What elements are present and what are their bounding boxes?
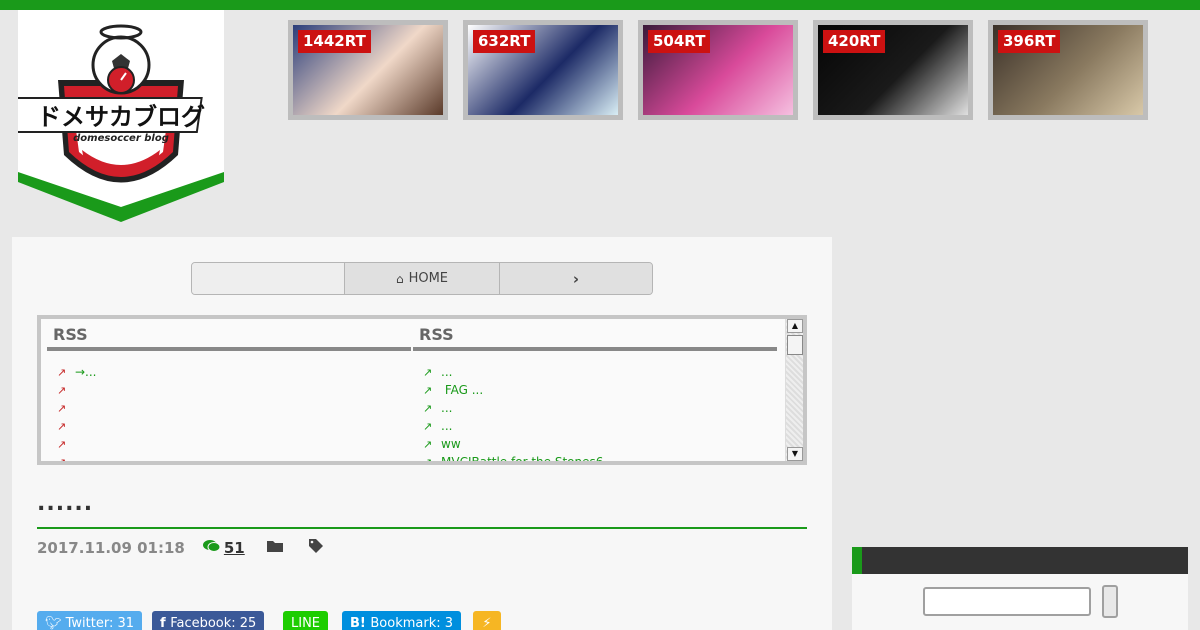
twitter-icon: 🐦︎ bbox=[45, 616, 66, 630]
rss-item[interactable]: ↗ MVCIBattle for the Stones6 bbox=[423, 453, 777, 465]
retweet-count-badge: 420RT bbox=[823, 30, 886, 53]
thumbnail-image: 504RT bbox=[643, 25, 793, 115]
svg-text:domesoccer blog: domesoccer blog bbox=[73, 133, 169, 144]
external-link-icon: ↗ bbox=[423, 420, 433, 433]
rss-item[interactable]: ↗ bbox=[57, 399, 411, 417]
rss-item[interactable]: ↗... bbox=[423, 399, 777, 417]
retweet-count-badge: 396RT bbox=[998, 30, 1061, 53]
home-icon: ⌂ bbox=[395, 271, 404, 286]
ranking-thumbnail[interactable]: 1442RT bbox=[288, 20, 448, 120]
external-link-icon: ↗ bbox=[423, 366, 433, 379]
rss-item-title: ... bbox=[441, 401, 453, 415]
prev-post-button[interactable] bbox=[192, 263, 345, 294]
main-content: ⌂ HOME › RSS ↗ →... ↗ ↗ ↗ ↗ ↗ RSS ↗... ↗ FAG ..… bbox=[12, 237, 832, 630]
rss-item[interactable]: ↗ bbox=[57, 381, 411, 399]
sidebar-search-widget bbox=[852, 547, 1188, 630]
external-link-icon: ↗ bbox=[57, 402, 67, 415]
feedly-icon: ⚡ bbox=[482, 616, 492, 630]
rss-item[interactable]: ↗ ww bbox=[423, 435, 777, 453]
hatena-icon: B! bbox=[350, 616, 371, 630]
rss-column-left: RSS ↗ →... ↗ ↗ ↗ ↗ ↗ bbox=[47, 325, 411, 465]
rss-item[interactable]: ↗ →... bbox=[57, 363, 411, 381]
external-link-icon: ↗ bbox=[57, 456, 67, 465]
rss-item[interactable]: ↗ bbox=[57, 435, 411, 453]
comment-count-link[interactable]: 51 bbox=[224, 539, 245, 557]
rss-item[interactable]: ↗... bbox=[423, 417, 777, 435]
facebook-share-button[interactable]: f Facebook: 25 bbox=[152, 611, 265, 630]
thumbnail-image: 1442RT bbox=[293, 25, 443, 115]
external-link-icon: ↗ bbox=[57, 384, 67, 397]
scroll-down-icon[interactable]: ▼ bbox=[787, 447, 803, 461]
rss-item-title: →... bbox=[75, 365, 97, 379]
external-link-icon: ↗ bbox=[57, 366, 67, 379]
external-link-icon: ↗ bbox=[57, 420, 67, 433]
home-label: HOME bbox=[408, 271, 449, 286]
rss-item[interactable]: ↗ bbox=[57, 453, 411, 465]
feedly-button[interactable]: ⚡ bbox=[473, 611, 501, 630]
svg-text:ドメサカブログ: ドメサカブログ bbox=[37, 103, 205, 131]
post-meta: 2017.11.09 01:18 51 bbox=[37, 539, 351, 557]
post-title[interactable]: ...... bbox=[37, 491, 93, 516]
chevron-right-icon: › bbox=[572, 269, 580, 288]
hatena-bookmark-button[interactable]: B! Bookmark: 3 bbox=[342, 611, 462, 630]
facebook-icon: f bbox=[160, 616, 171, 630]
external-link-icon: ↗ bbox=[423, 384, 433, 397]
external-link-icon: ↗ bbox=[423, 438, 433, 451]
search-input[interactable] bbox=[923, 587, 1091, 616]
comments-icon bbox=[202, 539, 221, 557]
rss-item-title: MVCIBattle for the Stones6 bbox=[441, 455, 604, 465]
home-button[interactable]: ⌂ HOME bbox=[345, 263, 500, 294]
search-button[interactable] bbox=[1102, 585, 1118, 618]
next-post-button[interactable]: › bbox=[500, 263, 652, 294]
tags-icon bbox=[308, 539, 327, 557]
external-link-icon: ↗ bbox=[423, 402, 433, 415]
external-link-icon: ↗ bbox=[423, 456, 433, 465]
post-navigation: ⌂ HOME › bbox=[191, 262, 653, 295]
retweet-count-badge: 632RT bbox=[473, 30, 536, 53]
rss-box: RSS ↗ →... ↗ ↗ ↗ ↗ ↗ RSS ↗... ↗ FAG ... ↗... ↗...… bbox=[37, 315, 807, 465]
rss-column-right: RSS ↗... ↗ FAG ... ↗... ↗... ↗ ww ↗ MVCIBattle … bbox=[413, 325, 777, 465]
facebook-share-label: Facebook: 25 bbox=[170, 616, 257, 630]
line-share-button[interactable]: LINE bbox=[283, 611, 329, 630]
retweet-count-badge: 1442RT bbox=[298, 30, 371, 53]
rss-scrollbar[interactable]: ▲ ▼ bbox=[785, 319, 803, 461]
rss-item-title: ww bbox=[441, 437, 461, 451]
title-divider bbox=[37, 527, 807, 529]
thumbnail-image: 420RT bbox=[818, 25, 968, 115]
widget-header bbox=[852, 547, 1188, 574]
scroll-up-icon[interactable]: ▲ bbox=[787, 319, 803, 333]
rss-heading: RSS bbox=[47, 325, 411, 351]
hatena-share-label: Bookmark: 3 bbox=[370, 616, 454, 630]
ranking-thumbnail[interactable]: 396RT bbox=[988, 20, 1148, 120]
ranking-thumbnail[interactable]: 420RT bbox=[813, 20, 973, 120]
rss-item-title: ... bbox=[441, 365, 453, 379]
post-date: 2017.11.09 01:18 bbox=[37, 539, 185, 557]
top-accent-bar bbox=[0, 0, 1200, 10]
site-logo[interactable]: ドメサカブログ domesoccer blog bbox=[18, 10, 224, 232]
thumbnail-image: 396RT bbox=[993, 25, 1143, 115]
external-link-icon: ↗ bbox=[57, 438, 67, 451]
retweet-count-badge: 504RT bbox=[648, 30, 711, 53]
ranking-thumbnail[interactable]: 632RT bbox=[463, 20, 623, 120]
folder-icon bbox=[266, 539, 285, 557]
twitter-share-label: Twitter: 31 bbox=[65, 616, 135, 630]
thumbnail-image: 632RT bbox=[468, 25, 618, 115]
rss-item[interactable]: ↗ bbox=[57, 417, 411, 435]
rss-item[interactable]: ↗ FAG ... bbox=[423, 381, 777, 399]
rss-item-title: FAG ... bbox=[441, 383, 484, 397]
rss-item-title: ... bbox=[441, 419, 453, 433]
ranking-thumbnail[interactable]: 504RT bbox=[638, 20, 798, 120]
rss-item[interactable]: ↗... bbox=[423, 363, 777, 381]
scroll-thumb[interactable] bbox=[787, 335, 803, 355]
line-share-label: LINE bbox=[291, 616, 321, 630]
twitter-share-button[interactable]: 🐦︎ Twitter: 31 bbox=[37, 611, 143, 630]
rss-heading: RSS bbox=[413, 325, 777, 351]
